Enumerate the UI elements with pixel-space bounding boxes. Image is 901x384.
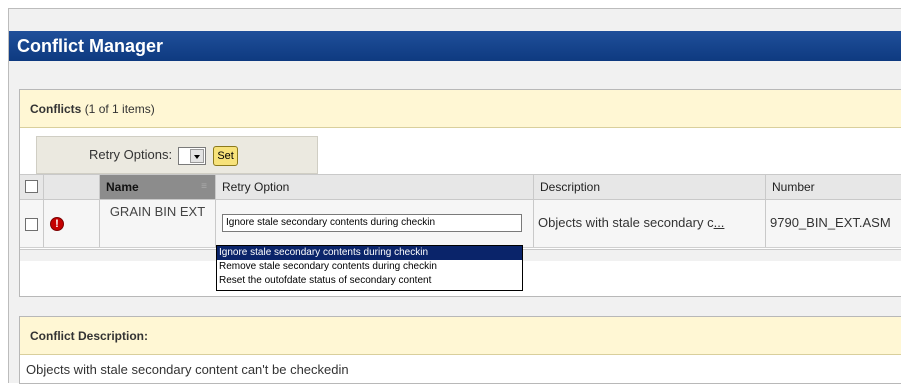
select-all-checkbox[interactable] [25,180,38,193]
column-header-number[interactable]: Number [766,175,901,199]
column-header-name[interactable]: Name ≡ [100,175,216,199]
sort-icon[interactable]: ≡ [201,175,207,199]
conflict-manager-window: Conflict Manager Conflicts (1 of 1 items… [8,8,901,384]
row-status-cell: ! [44,200,100,247]
column-header-description[interactable]: Description [534,175,766,199]
chevron-down-icon[interactable] [189,148,204,163]
row-select-cell [20,200,44,247]
dropdown-option-reset[interactable]: Reset the outofdate status of secondary … [217,274,522,288]
conflicts-count: (1 of 1 items) [84,102,155,116]
retry-option-dropdown-list[interactable]: Ignore stale secondary contents during c… [216,245,523,291]
error-icon: ! [50,217,64,231]
table-row: ! GRAIN BIN EXT Ignore stale secondary c… [20,200,901,248]
conflicts-header: Conflicts (1 of 1 items) [20,90,901,128]
row-checkbox[interactable] [25,218,38,231]
conflicts-label: Conflicts [30,102,82,116]
conflict-description-text: Objects with stale secondary content can… [26,362,349,377]
select-all-cell [20,175,44,199]
row-description-text: Objects with stale secondary c [538,215,714,230]
page-title: Conflict Manager [9,31,901,61]
table-header-row: Name ≡ Retry Option Description Number [20,174,901,200]
dropdown-option-remove[interactable]: Remove stale secondary contents during c… [217,260,522,274]
conflict-description-label: Conflict Description: [30,329,149,343]
row-retry-option-cell: Ignore stale secondary contents during c… [216,200,534,247]
column-header-name-label: Name [106,180,139,194]
dropdown-option-ignore[interactable]: Ignore stale secondary contents during c… [217,246,522,260]
conflict-description-header: Conflict Description: [20,317,901,355]
retry-options-select[interactable] [177,146,206,165]
description-more-link[interactable]: ... [714,215,725,230]
row-name: GRAIN BIN EXT [100,200,216,247]
row-description: Objects with stale secondary c... [534,200,766,247]
row-number: 9790_BIN_EXT.ASM [770,215,891,230]
status-column-header [44,175,100,199]
set-button[interactable]: Set [213,145,238,166]
retry-options-toolbar: Retry Options: Set [36,136,318,174]
retry-option-selected-value: Ignore stale secondary contents during c… [226,217,436,228]
retry-options-label: Retry Options: [89,147,173,162]
column-header-retry-option[interactable]: Retry Option [216,175,534,199]
retry-option-select[interactable]: Ignore stale secondary contents during c… [222,214,522,232]
conflict-description-panel: Conflict Description: Objects with stale… [19,316,901,384]
